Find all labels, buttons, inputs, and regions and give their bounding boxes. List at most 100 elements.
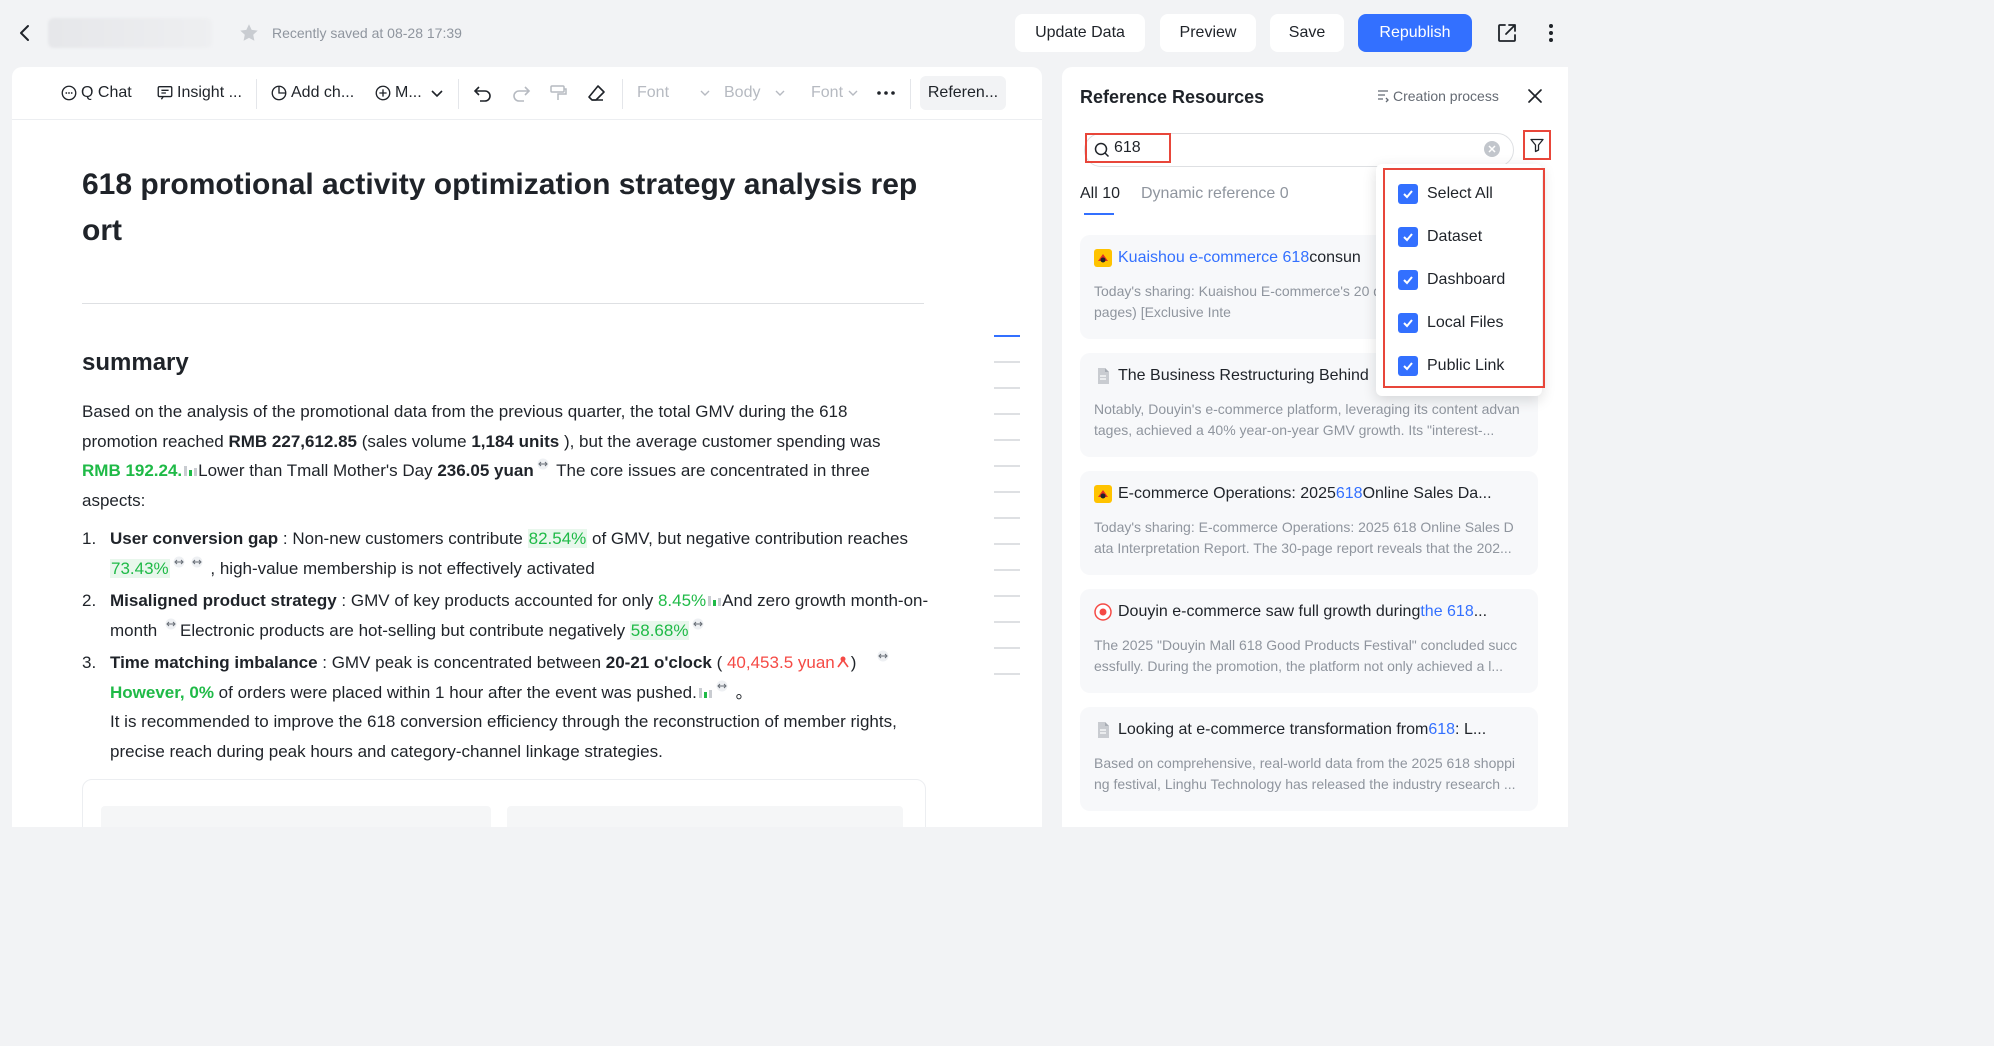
clear-search-icon[interactable] [1484, 141, 1500, 157]
open-external-icon[interactable] [1494, 20, 1520, 46]
redo-icon[interactable] [510, 81, 535, 105]
doc-outline-nav[interactable] [994, 335, 1024, 699]
more-vertical-icon[interactable] [1538, 20, 1564, 46]
outline-item[interactable] [994, 517, 1020, 519]
embedded-chart-card[interactable] [82, 779, 926, 827]
link-icon[interactable] [172, 556, 186, 568]
outline-item[interactable] [994, 465, 1020, 467]
link-icon[interactable] [876, 650, 890, 662]
text-run: , high-value membership is not effective… [205, 558, 595, 578]
link-icon[interactable] [190, 556, 204, 568]
list-item[interactable]: 3. Time matching imbalance : GMV peak is … [82, 648, 942, 766]
pie-chart-icon [271, 85, 287, 101]
chevron-down-icon [848, 90, 858, 96]
creation-process-button[interactable]: Creation process [1376, 88, 1499, 104]
font-select[interactable]: Font [637, 81, 714, 105]
metric-value: 73.43% [110, 558, 170, 578]
republish-button[interactable]: Republish [1358, 14, 1472, 52]
outline-item[interactable] [994, 621, 1020, 623]
chevron-down-icon[interactable] [430, 81, 447, 105]
document-icon [1098, 722, 1109, 738]
trend-pin-icon[interactable] [835, 654, 851, 670]
checkbox-checked-icon[interactable] [1398, 184, 1418, 204]
blurred-doc-title[interactable] [48, 18, 212, 48]
tab-dynamic-reference[interactable]: Dynamic reference 0 [1141, 185, 1289, 203]
link-icon[interactable] [715, 680, 729, 692]
close-icon[interactable] [1524, 85, 1546, 107]
text-run: : GMV peak is concentrated between [317, 653, 606, 672]
filter-button[interactable] [1523, 130, 1551, 160]
card-snippet: The 2025 "Douyin Mall 618 Good Products … [1094, 637, 1518, 674]
link-icon[interactable] [536, 458, 550, 470]
outline-item[interactable] [994, 335, 1020, 337]
outline-item[interactable] [994, 543, 1020, 545]
reference-card[interactable]: Looking at e-commerce transformation fro… [1080, 707, 1538, 811]
outline-item[interactable] [994, 491, 1020, 493]
text-run: (sales volume [357, 431, 472, 451]
checkbox-checked-icon[interactable] [1398, 270, 1418, 290]
outline-item[interactable] [994, 413, 1020, 415]
q-chat-button[interactable]: Q Chat [60, 81, 132, 105]
outline-item[interactable] [994, 569, 1020, 571]
add-chart-label: Add ch... [291, 84, 355, 101]
text-run: Electronic products are hot-selling but … [179, 620, 630, 640]
mini-bar-chart-icon[interactable] [182, 462, 198, 478]
filter-option-dashboard[interactable]: Dashboard [1398, 267, 1505, 293]
insight-icon [157, 86, 173, 100]
star-icon[interactable] [238, 22, 260, 44]
text-run: ) [850, 653, 857, 672]
preview-button[interactable]: Preview [1160, 14, 1256, 52]
item-heading: User conversion gap [110, 529, 279, 548]
filter-option-local-files[interactable]: Local Files [1398, 310, 1503, 336]
text-run: ( [711, 653, 727, 672]
outline-item[interactable] [994, 673, 1020, 675]
filter-option-select-all[interactable]: Select All [1398, 181, 1493, 207]
back-icon[interactable] [14, 20, 36, 46]
outline-item[interactable] [994, 647, 1020, 649]
tab-all[interactable]: All 10 [1080, 185, 1120, 203]
undo-icon[interactable] [472, 81, 497, 105]
checkbox-checked-icon[interactable] [1398, 313, 1418, 333]
filter-option-label: Dashboard [1427, 271, 1506, 288]
more-horizontal-icon[interactable] [876, 81, 899, 105]
list-item[interactable]: 2. Misaligned product strategy : GMV of k… [82, 586, 942, 645]
eraser-icon[interactable] [586, 81, 609, 105]
reference-card[interactable]: E-commerce Operations: 2025 618 Online S… [1080, 471, 1538, 575]
link-icon[interactable] [691, 618, 705, 630]
checkbox-checked-icon[interactable] [1398, 356, 1418, 376]
font-size-label: Font [811, 84, 844, 101]
editor-toolbar: Q Chat Insight ... Add ch... M... Font B… [12, 67, 1042, 120]
list-item[interactable]: 1. User conversion gap : Non-new customer… [82, 524, 942, 583]
save-button[interactable]: Save [1270, 14, 1344, 52]
more-insert-button[interactable]: M... [374, 81, 422, 105]
update-data-button[interactable]: Update Data [1015, 14, 1145, 52]
body-style-select[interactable]: Body [724, 81, 789, 105]
reference-button[interactable]: Referen... [920, 76, 1006, 110]
link-icon[interactable] [164, 618, 178, 630]
checkbox-checked-icon[interactable] [1398, 227, 1418, 247]
filter-option-dataset[interactable]: Dataset [1398, 224, 1482, 250]
mini-bar-chart-icon[interactable] [706, 592, 722, 608]
font-size-select[interactable]: Font [811, 81, 862, 105]
add-chart-button[interactable]: Add ch... [270, 81, 354, 105]
search-highlight-box [1085, 133, 1171, 163]
outline-item[interactable] [994, 439, 1020, 441]
outline-item[interactable] [994, 361, 1020, 363]
insight-button[interactable]: Insight ... [156, 81, 242, 105]
font-select-label: Font [637, 84, 670, 101]
mini-bar-chart-icon[interactable] [697, 684, 713, 700]
summary-heading[interactable]: summary [82, 349, 189, 377]
saved-status: Recently saved at 08-28 17:39 [272, 25, 462, 41]
creation-process-label: Creation process [1393, 88, 1499, 104]
filter-option-public-link[interactable]: Public Link [1398, 353, 1504, 379]
list-number: 2. [82, 591, 97, 610]
doc-title[interactable]: 618 promotional activity optimization st… [82, 162, 932, 254]
chevron-down-icon [700, 90, 710, 96]
issues-list: 1. User conversion gap : Non-new customer… [82, 524, 942, 769]
outline-item[interactable] [994, 595, 1020, 597]
outline-item[interactable] [994, 387, 1020, 389]
card-title-highlight: Kuaishou e-commerce 618 [1118, 249, 1310, 266]
format-painter-icon[interactable] [548, 81, 571, 105]
summary-paragraph[interactable]: Based on the analysis of the promotional… [82, 397, 922, 515]
reference-card[interactable]: Douyin e-commerce saw full growth during… [1080, 589, 1538, 693]
